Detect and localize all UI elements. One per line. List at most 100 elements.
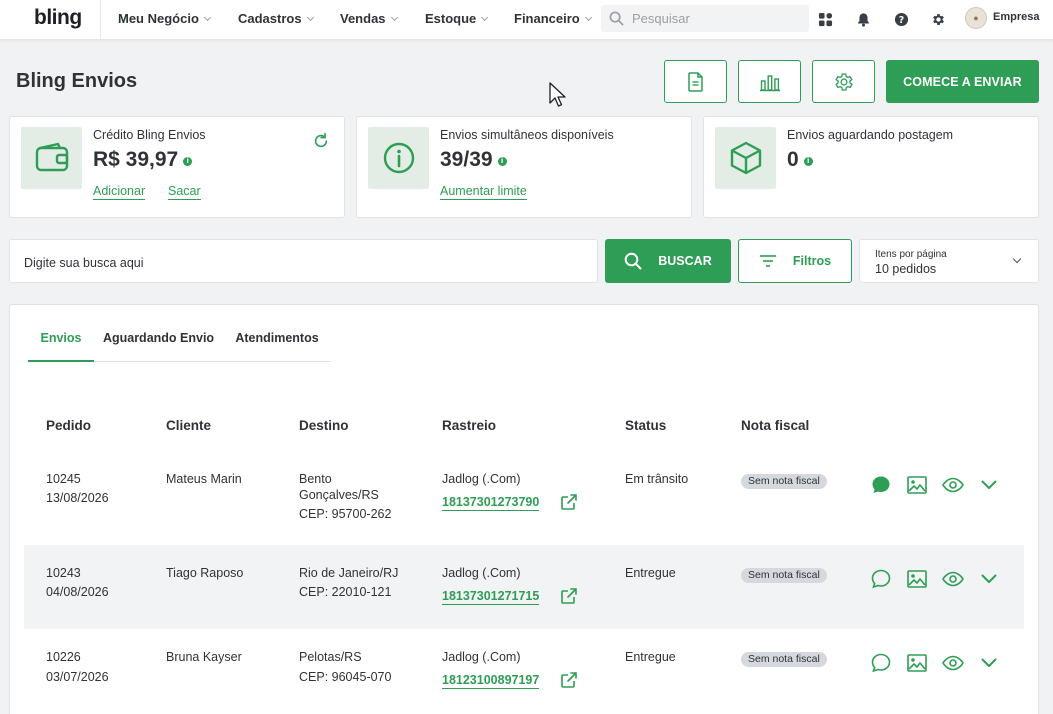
order-number: 10226: [46, 650, 81, 664]
simultaneous-amount: 39/39: [440, 148, 493, 171]
refresh-icon[interactable]: [312, 132, 330, 150]
awaiting-label: Envios aguardando postagem: [787, 128, 954, 142]
box-icon: [715, 127, 776, 189]
header-status[interactable]: Status: [625, 418, 666, 433]
image-icon[interactable]: [906, 568, 928, 590]
global-search-input[interactable]: [632, 11, 802, 26]
filters-button-label: Filtros: [792, 254, 832, 268]
bell-icon[interactable]: [854, 10, 872, 28]
status-text: Entregue: [625, 650, 676, 664]
destination-state: Gonçalves/RS: [299, 488, 379, 502]
eye-icon[interactable]: [942, 652, 964, 674]
charts-button[interactable]: [738, 60, 801, 103]
bar-chart-icon: [759, 74, 780, 91]
eye-icon[interactable]: [942, 568, 964, 590]
info-circle-icon: [368, 127, 429, 189]
withdraw-link[interactable]: Sacar: [168, 184, 201, 200]
increase-limit-link[interactable]: Aumentar limite: [440, 184, 527, 200]
tab-envios[interactable]: Envios: [28, 329, 94, 362]
info-icon[interactable]: i: [183, 156, 193, 166]
client-name: Mateus Marin: [166, 472, 242, 486]
chevron-down-icon: [306, 13, 314, 21]
header-pedido[interactable]: Pedido: [46, 418, 91, 433]
nav-vendas[interactable]: Vendas: [340, 11, 398, 26]
table-row[interactable]: 10245 13/08/2026 Mateus Marin Bento Gonç…: [24, 457, 1024, 545]
divider: [100, 0, 101, 40]
external-link-icon[interactable]: [560, 671, 578, 689]
image-icon[interactable]: [906, 474, 928, 496]
settings-button[interactable]: [812, 60, 875, 103]
invoice-badge: Sem nota fiscal: [741, 568, 827, 583]
tab-aguardando-envio[interactable]: Aguardando Envio: [101, 329, 216, 362]
carrier-name: Jadlog (.Com): [442, 566, 521, 580]
search-icon: [609, 11, 624, 26]
chevron-down-icon: [481, 13, 489, 21]
order-number: 10243: [46, 566, 81, 580]
chevron-down-icon[interactable]: [978, 474, 1000, 496]
tracking-link[interactable]: 18137301273790: [442, 495, 540, 511]
shipments-panel: Envios Aguardando Envio Atendimentos Ped…: [9, 304, 1039, 714]
chat-icon[interactable]: [870, 568, 892, 590]
order-date: 04/08/2026: [46, 585, 109, 599]
order-date: 03/07/2026: [46, 670, 109, 684]
bling-logo[interactable]: bling: [34, 6, 82, 30]
external-link-icon[interactable]: [560, 493, 578, 511]
destination-cep: CEP: 22010-121: [299, 585, 392, 599]
credit-label: Crédito Bling Envios: [93, 128, 206, 142]
awaiting-amount: 0: [787, 148, 799, 171]
search-button[interactable]: BUSCAR: [605, 239, 731, 283]
chevron-down-icon[interactable]: [978, 652, 1000, 674]
order-number: 10245: [46, 472, 81, 486]
client-name: Bruna Kayser: [166, 650, 242, 664]
chevron-down-icon: [203, 13, 211, 21]
info-icon[interactable]: i: [803, 156, 813, 166]
start-shipping-button[interactable]: COMECE A ENVIAR: [886, 60, 1039, 103]
header-destino[interactable]: Destino: [299, 418, 349, 433]
nav-label: Vendas: [340, 11, 386, 26]
help-icon[interactable]: ?: [892, 10, 910, 28]
external-link-icon[interactable]: [560, 587, 578, 605]
credit-card: Crédito Bling Envios R$ 39,97 i Adicionar…: [9, 116, 345, 218]
shipments-search-input[interactable]: [10, 240, 597, 282]
apps-icon[interactable]: [816, 10, 834, 28]
nav-meu-negocio[interactable]: Meu Negócio: [118, 11, 211, 26]
tracking-link[interactable]: 18137301271715: [442, 589, 540, 605]
destination-cep: CEP: 95700-262: [299, 507, 392, 521]
simultaneous-label: Envios simultâneos disponíveis: [440, 128, 614, 142]
nav-estoque[interactable]: Estoque: [425, 11, 489, 26]
info-icon[interactable]: i: [497, 156, 507, 166]
mouse-cursor-icon: [549, 82, 566, 107]
destination-city: Rio de Janeiro/RJ: [299, 566, 399, 580]
header-cliente[interactable]: Cliente: [166, 418, 211, 433]
filters-button[interactable]: Filtros: [738, 239, 852, 283]
chat-icon[interactable]: [870, 652, 892, 674]
search-icon: [624, 252, 642, 270]
header-rastreio[interactable]: Rastreio: [442, 418, 496, 433]
credit-value: R$ 39,97 i: [93, 148, 193, 172]
report-button[interactable]: [664, 60, 727, 103]
invoice-badge: Sem nota fiscal: [741, 474, 827, 489]
invoice-badge: Sem nota fiscal: [741, 652, 827, 667]
global-search: [601, 5, 809, 32]
chevron-down-icon[interactable]: [978, 568, 1000, 590]
items-per-page-select[interactable]: Itens por página 10 pedidos: [859, 239, 1039, 283]
tab-atendimentos[interactable]: Atendimentos: [232, 329, 322, 362]
nav-cadastros[interactable]: Cadastros: [238, 11, 314, 26]
chat-icon[interactable]: [870, 474, 892, 496]
destination-city: Pelotas/RS: [299, 650, 362, 664]
tabs: Envios Aguardando Envio Atendimentos: [28, 329, 331, 362]
nav-financeiro[interactable]: Financeiro: [514, 11, 592, 26]
image-icon[interactable]: [906, 652, 928, 674]
eye-icon[interactable]: [942, 474, 964, 496]
order-date: 13/08/2026: [46, 491, 109, 505]
avatar[interactable]: ●: [965, 7, 987, 29]
add-credit-link[interactable]: Adicionar: [93, 184, 146, 200]
awaiting-card: Envios aguardando postagem 0i: [703, 116, 1039, 218]
header-nota-fiscal[interactable]: Nota fiscal: [741, 418, 809, 433]
tracking-link[interactable]: 18123100897197: [442, 673, 540, 689]
company-name[interactable]: Empresa: [993, 11, 1039, 23]
table-row[interactable]: 10226 03/07/2026 Bruna Kayser Pelotas/RS…: [24, 629, 1024, 709]
table-row[interactable]: 10243 04/08/2026 Tiago Raposo Rio de Jan…: [24, 545, 1024, 629]
gear-icon[interactable]: [929, 10, 947, 28]
chevron-down-icon: [390, 13, 398, 21]
